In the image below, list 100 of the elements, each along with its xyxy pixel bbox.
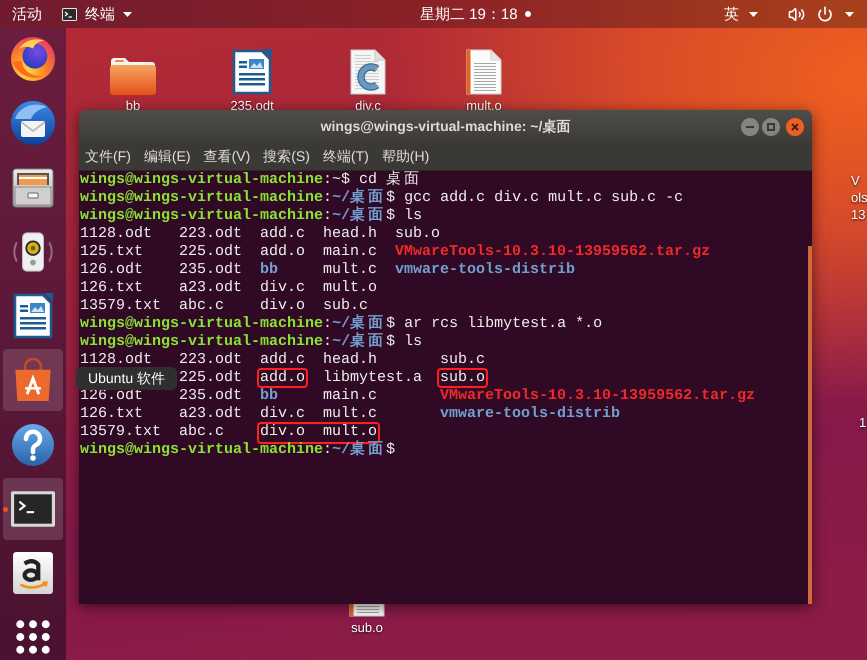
menu-item[interactable]: 帮助(H): [382, 148, 430, 166]
document-icon: [13, 293, 53, 339]
file-name: 235.odt: [179, 387, 242, 404]
file-name: div.c: [260, 405, 306, 422]
archive-name: VMwareTools-10.3.10-13959562.tar.gz: [440, 387, 756, 404]
directory-name: vmware-tools-distrib: [440, 405, 620, 422]
archive-name: VMwareTools-10.3.10-13959562.tar.gz: [395, 243, 710, 260]
file-name: sub.c: [440, 351, 486, 368]
prompt-line: wings@wings-virtual-machine:~/桌面$ ls: [80, 207, 424, 225]
bird-envelope-icon: [11, 101, 55, 146]
file-name: 223.odt: [179, 225, 242, 242]
scrollbar[interactable]: [808, 246, 812, 604]
caret-icon: [749, 12, 758, 16]
smile-tile-icon: [13, 552, 53, 594]
prompt-line: wings@wings-virtual-machine:~/桌面$ ar rcs libmytest.a *.o: [80, 315, 604, 332]
menu-item[interactable]: 搜索(S): [263, 148, 310, 166]
menu-item[interactable]: 查看(V): [204, 148, 250, 166]
file-name: 125.txt: [80, 243, 144, 260]
file-name: 126.txt: [80, 405, 144, 422]
prompt-line: wings@wings-virtual-machine:~/桌面$ ls: [80, 333, 424, 351]
file-name: mult.c: [323, 261, 378, 278]
file-name: mult.c: [323, 405, 378, 422]
icon-label[interactable]: 235.odt: [230, 98, 274, 114]
prompt-line: wings@wings-virtual-machine:~$ cd 桌面: [80, 171, 424, 188]
file-name: 225.odt: [179, 243, 242, 260]
clock-button[interactable]: 星期二 19：18: [412, 0, 539, 28]
directory-name: bb: [260, 387, 278, 404]
speaker-icon: [11, 230, 55, 274]
c-file-icon: [350, 49, 386, 95]
file-name: head.h: [323, 351, 378, 368]
window-title: wings@wings-virtual-machine: ~/桌面: [320, 118, 570, 136]
dock-button[interactable]: [3, 349, 63, 412]
power-icon[interactable]: [817, 6, 833, 22]
terminal-icon: [62, 8, 77, 20]
prompt-line: wings@wings-virtual-machine:~/桌面$ gcc add.c div.c mult.c sub.c -c: [80, 189, 684, 206]
app-grid-icon: [16, 620, 50, 654]
icon-label[interactable]: sub.o: [351, 620, 383, 636]
terminal-icon: [11, 490, 55, 527]
caret-icon: [123, 12, 132, 16]
close-icon: [791, 122, 799, 130]
folder-icon: [110, 57, 156, 95]
file-name: div.c: [260, 279, 306, 296]
file-name: 126.odt: [80, 261, 144, 278]
file-name: 235.odt: [179, 261, 242, 278]
close-button[interactable]: [786, 118, 804, 136]
file-name: a23.odt: [179, 279, 242, 296]
maximize-icon: [767, 122, 775, 130]
help-icon: [12, 424, 54, 466]
file-name: 1128.odt: [80, 225, 152, 242]
prompt-line: wings@wings-virtual-machine:~/桌面$: [80, 441, 396, 459]
document-icon: [232, 49, 272, 95]
icon-label[interactable]: mult.o: [466, 98, 502, 114]
menu-item[interactable]: 编辑(E): [144, 148, 191, 166]
file-name: add.o: [260, 369, 306, 386]
input-method-button[interactable]: 英: [716, 0, 766, 28]
caret-icon: [845, 12, 854, 16]
file-name: main.c: [323, 387, 378, 404]
file-name: head.h: [323, 225, 378, 242]
directory-name: vmware-tools-distrib: [395, 261, 576, 278]
file-name: sub.o: [395, 225, 440, 242]
icon-label[interactable]: V ols 13: [851, 172, 867, 223]
text-file-icon: [349, 604, 385, 617]
volume-icon[interactable]: [788, 6, 805, 22]
file-name: sub.c: [323, 297, 368, 314]
file-name: sub.o: [440, 369, 486, 386]
menu-item[interactable]: 终端(T): [322, 148, 369, 166]
file-name: 1128.odt: [80, 351, 152, 368]
file-name: add.c: [260, 225, 306, 242]
file-name: add.o: [260, 243, 306, 260]
directory-name: bb: [260, 261, 278, 278]
file-name: 126.txt: [80, 279, 144, 296]
menu-item[interactable]: 文件(F): [85, 148, 131, 166]
file-name: abc.c: [179, 423, 224, 440]
file-name: div.o: [260, 297, 306, 314]
file-name: mult.o: [323, 279, 378, 296]
dock-button[interactable]: [3, 478, 63, 540]
file-name: main.c: [323, 243, 378, 260]
file-name: div.o: [260, 423, 306, 440]
icon-label[interactable]: 1: [859, 414, 866, 431]
tooltip: Ubuntu 软件: [76, 367, 178, 390]
minimize-button[interactable]: [741, 118, 759, 136]
fox-globe-icon: [11, 37, 55, 81]
file-name: abc.c: [179, 297, 224, 314]
file-name: 13579.txt: [80, 297, 162, 314]
icon-label[interactable]: div.c: [355, 98, 381, 114]
file-name: libmytest.a: [323, 369, 422, 386]
file-name: a23.odt: [179, 405, 242, 422]
app-menu-button[interactable]: 终端: [54, 0, 140, 28]
minimize-icon: [746, 126, 754, 128]
file-cabinet-icon: [12, 166, 54, 208]
file-name: 13579.txt: [80, 423, 162, 440]
file-name: 223.odt: [179, 351, 242, 368]
icon-label[interactable]: bb: [126, 98, 140, 114]
file-name: 126.odt: [80, 387, 144, 404]
maximize-button[interactable]: [762, 118, 780, 136]
file-name: mult.o: [323, 423, 378, 440]
activities-button[interactable]: 活动: [0, 0, 54, 28]
text-file-icon: [466, 49, 502, 95]
file-name: add.c: [260, 351, 306, 368]
file-name: 225.odt: [179, 369, 242, 386]
